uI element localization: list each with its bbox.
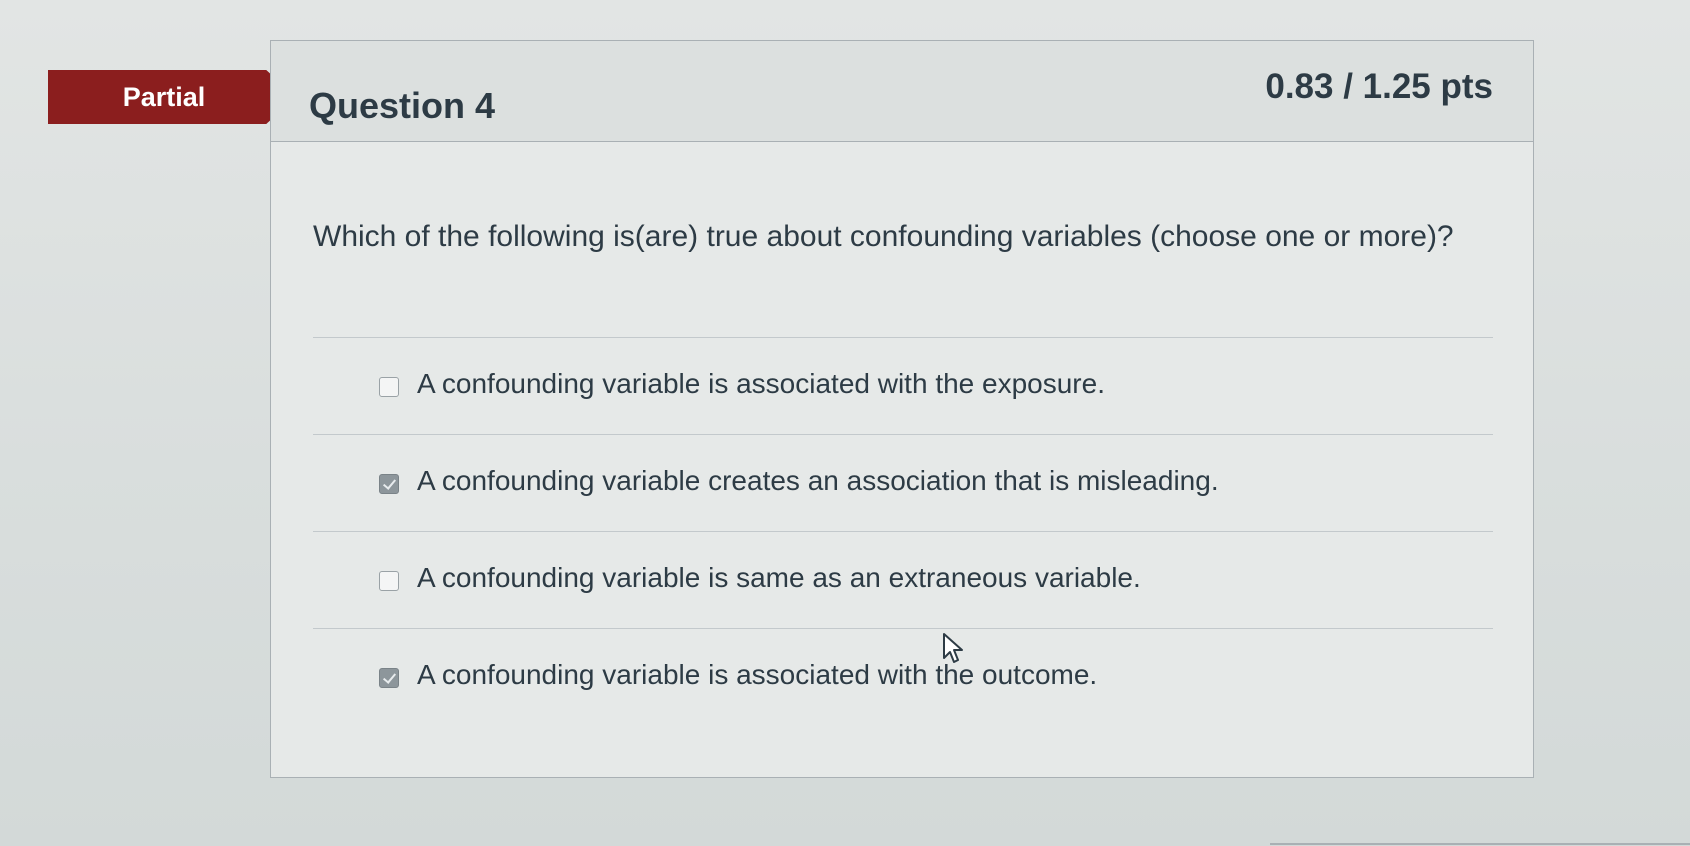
answer-label: A confounding variable is associated wit… bbox=[417, 659, 1098, 690]
checkbox-unchecked-icon[interactable] bbox=[379, 377, 399, 397]
question-header: Question 4 0.83 / 1.25 pts bbox=[271, 41, 1533, 142]
answer-option[interactable]: A confounding variable is same as an ext… bbox=[313, 531, 1493, 628]
question-title: Question 4 bbox=[309, 85, 496, 126]
answer-label: A confounding variable is associated wit… bbox=[417, 368, 1105, 399]
checkbox-unchecked-icon[interactable] bbox=[379, 571, 399, 591]
divider bbox=[1270, 843, 1690, 845]
mouse-pointer-icon bbox=[943, 633, 963, 663]
answer-list: A confounding variable is associated wit… bbox=[313, 337, 1493, 725]
answer-option[interactable]: A confounding variable is associated wit… bbox=[313, 337, 1493, 434]
answer-option[interactable]: A confounding variable creates an associ… bbox=[313, 434, 1493, 531]
checkbox-checked-icon[interactable] bbox=[379, 668, 399, 688]
answer-label: A confounding variable creates an associ… bbox=[417, 465, 1219, 496]
status-label: Partial bbox=[122, 82, 206, 112]
question-points: 0.83 / 1.25 pts bbox=[1265, 67, 1493, 106]
question-card: Question 4 0.83 / 1.25 pts Which of the … bbox=[270, 40, 1534, 778]
question-text: Which of the following is(are) true abou… bbox=[313, 220, 1454, 253]
answer-label: A confounding variable is same as an ext… bbox=[417, 562, 1141, 593]
answer-option[interactable]: A confounding variable is associated wit… bbox=[313, 628, 1493, 725]
checkbox-checked-icon[interactable] bbox=[379, 474, 399, 494]
